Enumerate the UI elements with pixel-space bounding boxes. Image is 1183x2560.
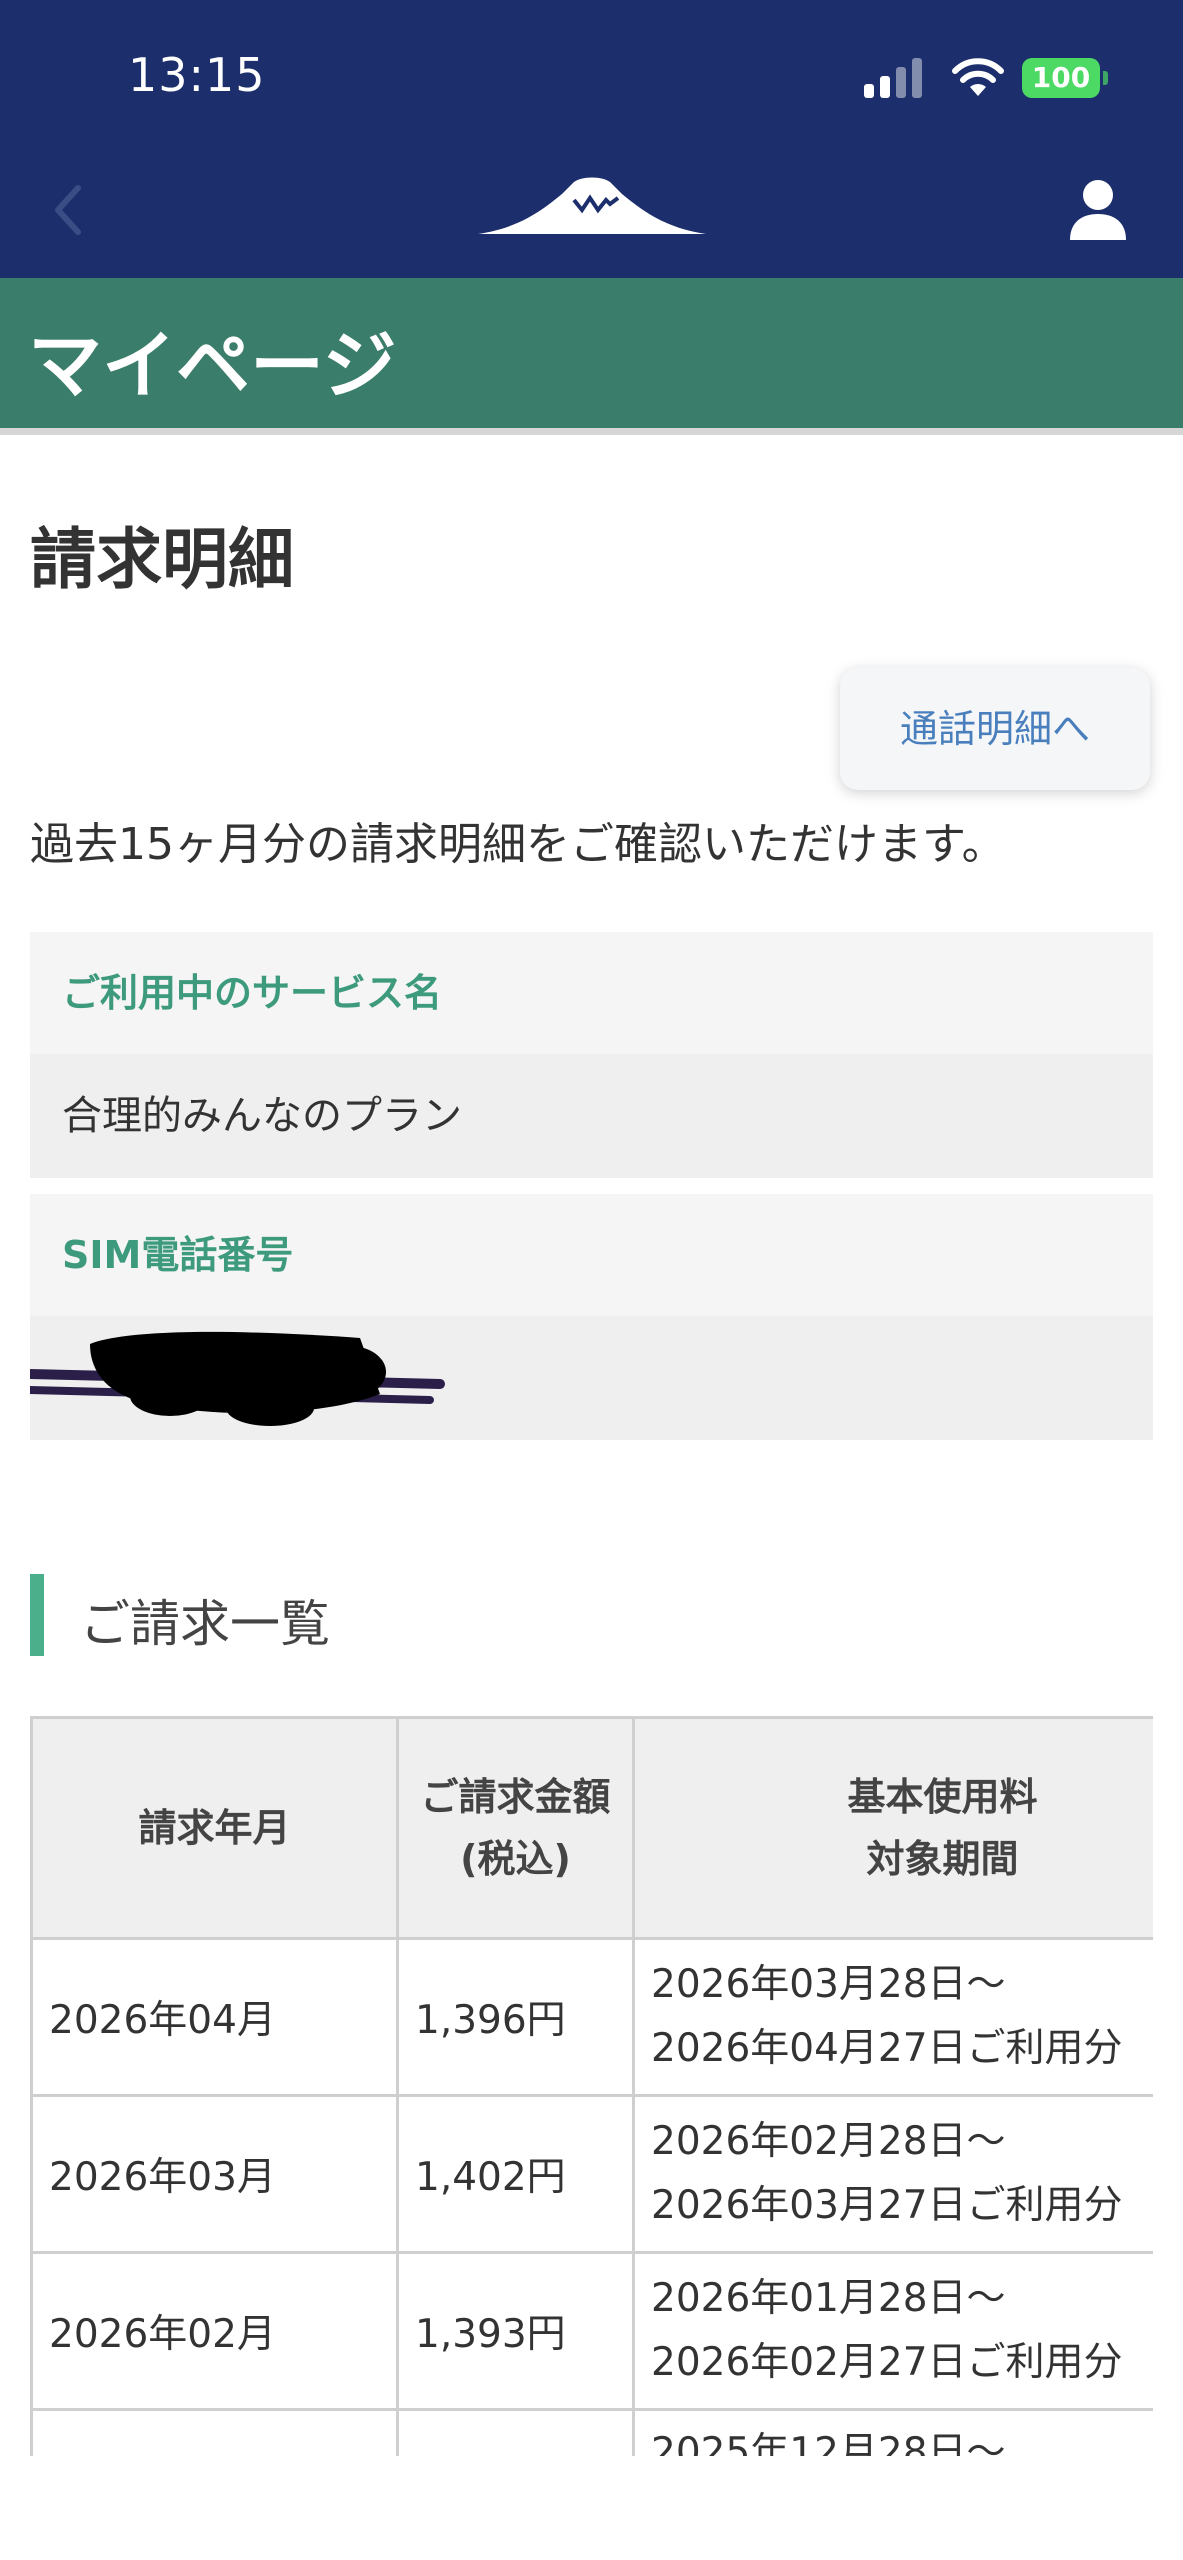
row-period: 2026年02月28日〜 2026年03月27日ご利用分 [632, 2094, 1153, 2254]
row-amount: 1,393円 [396, 2251, 635, 2411]
row-period-end: 2026年03月27日ご利用分 [651, 2183, 1123, 2228]
row-period-start: 2025年12月28日〜 [651, 2430, 1006, 2456]
header-billing-amount: ご請求金額 (税込) [396, 1716, 635, 1940]
row-period: 2026年01月28日〜 2026年02月27日ご利用分 [632, 2251, 1153, 2411]
status-time: 13:15 [128, 48, 266, 102]
row-amount [396, 2408, 635, 2456]
billing-list-title: ご請求一覧 [80, 1595, 330, 1653]
battery-icon: 100 [1022, 58, 1100, 98]
cellular-signal-icon [862, 58, 926, 98]
row-period-start: 2026年03月28日〜 [651, 1962, 1006, 2007]
table-row[interactable]: 2026年03月 1,402円 2026年02月28日〜 2026年03月27日… [30, 2094, 1153, 2254]
redaction-scribble [30, 1331, 445, 1426]
sim-number-label: SIM電話番号 [30, 1194, 1153, 1316]
row-month [30, 2408, 399, 2456]
mypage-title: マイページ [28, 323, 397, 409]
row-amount: 1,402円 [396, 2094, 635, 2254]
row-period-end: 2026年02月27日ご利用分 [651, 2340, 1123, 2385]
sim-number-value [30, 1316, 1153, 1440]
table-row[interactable]: 2025年12月28日〜 [30, 2408, 1153, 2456]
mount-fuji-logo-icon[interactable] [478, 174, 706, 238]
row-amount: 1,396円 [396, 1937, 635, 2097]
section-accent-bar [30, 1574, 44, 1656]
header-billing-month: 請求年月 [30, 1716, 399, 1940]
service-name-label: ご利用中のサービス名 [30, 932, 1153, 1054]
battery-tip [1103, 71, 1108, 85]
billing-table-scroll[interactable]: 請求年月 ご請求金額 (税込) 基本使用料 対象期間 2026年04月 1,39… [30, 1716, 1153, 2456]
sim-number-box: SIM電話番号 [30, 1194, 1153, 1440]
header-amount-line1: ご請求金額 [420, 1775, 611, 1819]
row-period-start: 2026年01月28日〜 [651, 2276, 1006, 2321]
table-row[interactable]: 2026年02月 1,393円 2026年01月28日〜 2026年02月27日… [30, 2251, 1153, 2411]
nav-bar [0, 150, 1183, 278]
row-month: 2026年02月 [30, 2251, 399, 2411]
page-title: 請求明細 [30, 521, 294, 598]
row-period-start: 2026年02月28日〜 [651, 2119, 1006, 2164]
header-period-line1: 基本使用料 [847, 1775, 1038, 1819]
table-row[interactable]: 2026年04月 1,396円 2026年03月28日〜 2026年04月27日… [30, 1937, 1153, 2097]
row-period: 2026年03月28日〜 2026年04月27日ご利用分 [632, 1937, 1153, 2097]
service-name-box: ご利用中のサービス名 合理的みんなのプラン [30, 932, 1153, 1178]
row-month: 2026年04月 [30, 1937, 399, 2097]
header-period-line2: 対象期間 [866, 1837, 1019, 1881]
header-usage-period: 基本使用料 対象期間 [632, 1716, 1153, 1940]
table-header-row: 請求年月 ご請求金額 (税込) 基本使用料 対象期間 [30, 1716, 1153, 1940]
mypage-header-band: マイページ [0, 278, 1183, 435]
row-month: 2026年03月 [30, 2094, 399, 2254]
service-name-value: 合理的みんなのプラン [30, 1054, 1153, 1178]
wifi-icon [952, 58, 1004, 96]
status-bar: 13:15 100 [0, 0, 1183, 150]
row-period-end: 2026年04月27日ご利用分 [651, 2026, 1123, 2071]
user-account-icon[interactable] [1068, 178, 1128, 242]
call-detail-button[interactable]: 通話明細へ [840, 668, 1150, 790]
header-amount-line2: (税込) [460, 1837, 571, 1881]
row-period: 2025年12月28日〜 [632, 2408, 1153, 2456]
page-description: 過去15ヶ月分の請求明細をご確認いただけます。 [30, 819, 1006, 870]
billing-table: 請求年月 ご請求金額 (税込) 基本使用料 対象期間 2026年04月 1,39… [30, 1716, 1153, 2456]
back-chevron-icon[interactable] [44, 180, 94, 240]
